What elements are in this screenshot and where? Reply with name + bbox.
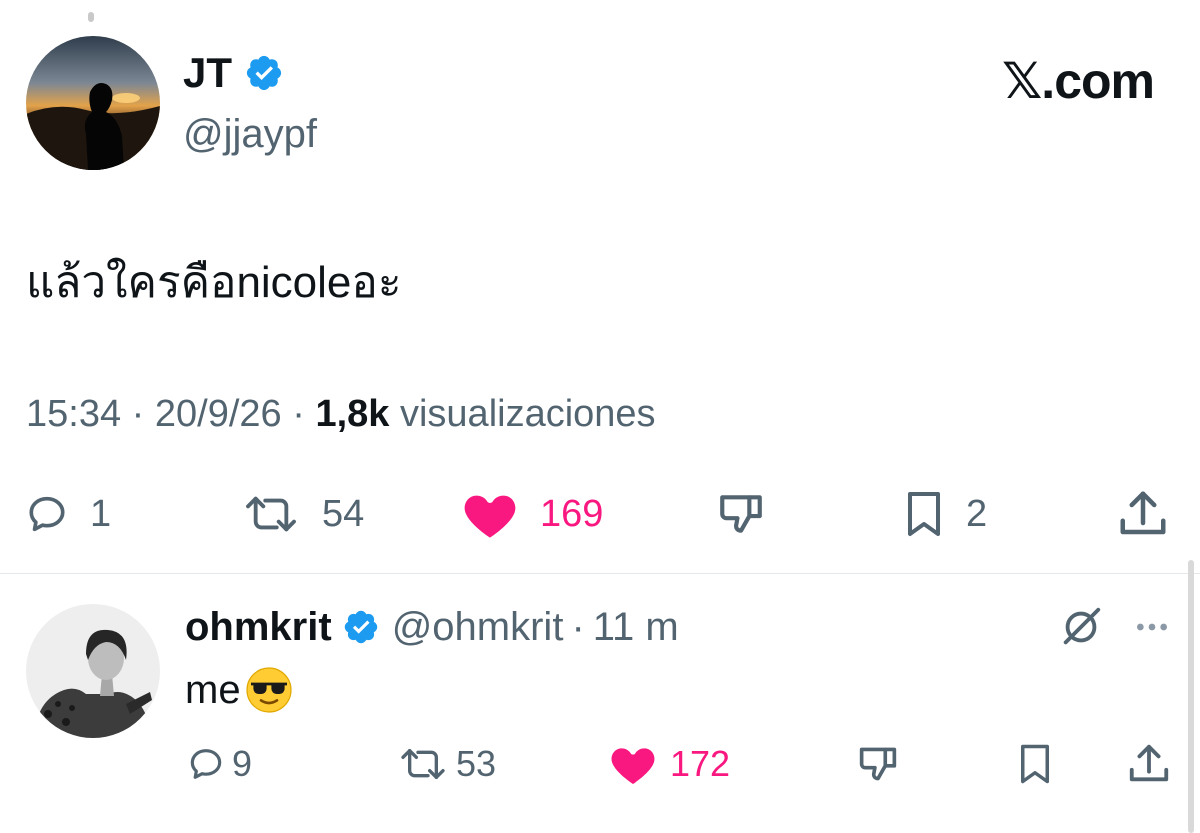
- tweet-date[interactable]: 20/9/26: [155, 393, 282, 435]
- reply-button[interactable]: 1: [24, 488, 111, 540]
- meta-separator: ·: [131, 393, 155, 435]
- retweet-button[interactable]: 54: [240, 488, 364, 540]
- reply-reply-button[interactable]: 9: [186, 740, 252, 788]
- author-name[interactable]: JT: [183, 48, 232, 98]
- grok-button[interactable]: [1058, 604, 1104, 655]
- verified-badge-icon: [246, 55, 282, 91]
- reply-icon: [29, 496, 65, 532]
- more-button[interactable]: [1132, 610, 1172, 649]
- dislike-icon: [720, 495, 762, 533]
- tweet-time[interactable]: 15:34: [26, 393, 121, 435]
- dislike-icon: [859, 747, 897, 781]
- retweet-icon: [246, 496, 296, 532]
- author-handle[interactable]: @jjaypf: [183, 110, 317, 158]
- like-icon: [464, 495, 516, 538]
- reply-reply-count: 9: [232, 743, 253, 784]
- bookmark-count: 2: [966, 492, 988, 535]
- reply-bookmark-button[interactable]: [1016, 740, 1054, 788]
- scroll-indicator: [88, 12, 94, 22]
- reply-icon: [190, 749, 222, 779]
- tweet-meta: 15:34 · 20/9/26 · 1,8k visualizaciones: [26, 390, 656, 438]
- sunglasses-emoji-icon: [245, 667, 292, 713]
- reply-text: me: [185, 668, 241, 712]
- meta-separator: ·: [292, 393, 316, 435]
- avatar-ohmkrit[interactable]: [26, 604, 160, 738]
- more-icon: [1137, 623, 1167, 631]
- views-label: visualizaciones: [399, 393, 656, 435]
- like-count: 169: [540, 492, 604, 535]
- reply-dislike-button[interactable]: [856, 740, 900, 788]
- reply-retweet-button[interactable]: 53: [396, 740, 496, 788]
- share-icon: [1129, 744, 1169, 782]
- retweet-icon: [401, 749, 445, 779]
- retweet-count: 54: [322, 492, 365, 535]
- bookmark-button[interactable]: 2: [902, 488, 987, 540]
- reply-like-button[interactable]: 172: [608, 740, 730, 788]
- reply-text-row: me: [185, 664, 293, 716]
- reply-author-name[interactable]: ohmkrit: [185, 602, 332, 652]
- divider: [0, 573, 1200, 574]
- brand-logo: 𝕏.com: [1002, 53, 1155, 109]
- scrollbar[interactable]: [1188, 560, 1194, 833]
- reply-author-handle[interactable]: @ohmkrit: [392, 602, 564, 652]
- tweet-text: แล้วใครคือnicoleอะ: [26, 258, 402, 307]
- bookmark-icon: [908, 492, 940, 536]
- reply-header: ohmkrit @ohmkrit · 11 m: [185, 602, 679, 652]
- avatar-jt[interactable]: [26, 36, 160, 170]
- bookmark-icon: [1021, 744, 1049, 784]
- author-name-row: JT: [183, 48, 284, 98]
- share-icon: [1120, 491, 1166, 535]
- views-count: 1,8k: [315, 393, 390, 435]
- verified-badge-icon: [344, 610, 377, 644]
- reply-time[interactable]: 11 m: [593, 602, 679, 652]
- share-button[interactable]: [1116, 488, 1170, 540]
- like-icon: [611, 748, 655, 784]
- reply-like-count: 172: [670, 743, 731, 784]
- reply-retweet-count: 53: [456, 743, 497, 784]
- grok-icon: [1063, 607, 1101, 645]
- reply-share-button[interactable]: [1126, 740, 1172, 788]
- reply-count: 1: [90, 492, 112, 535]
- like-button[interactable]: 169: [460, 488, 603, 540]
- reply-separator: ·: [571, 605, 585, 649]
- dislike-button[interactable]: [716, 488, 766, 540]
